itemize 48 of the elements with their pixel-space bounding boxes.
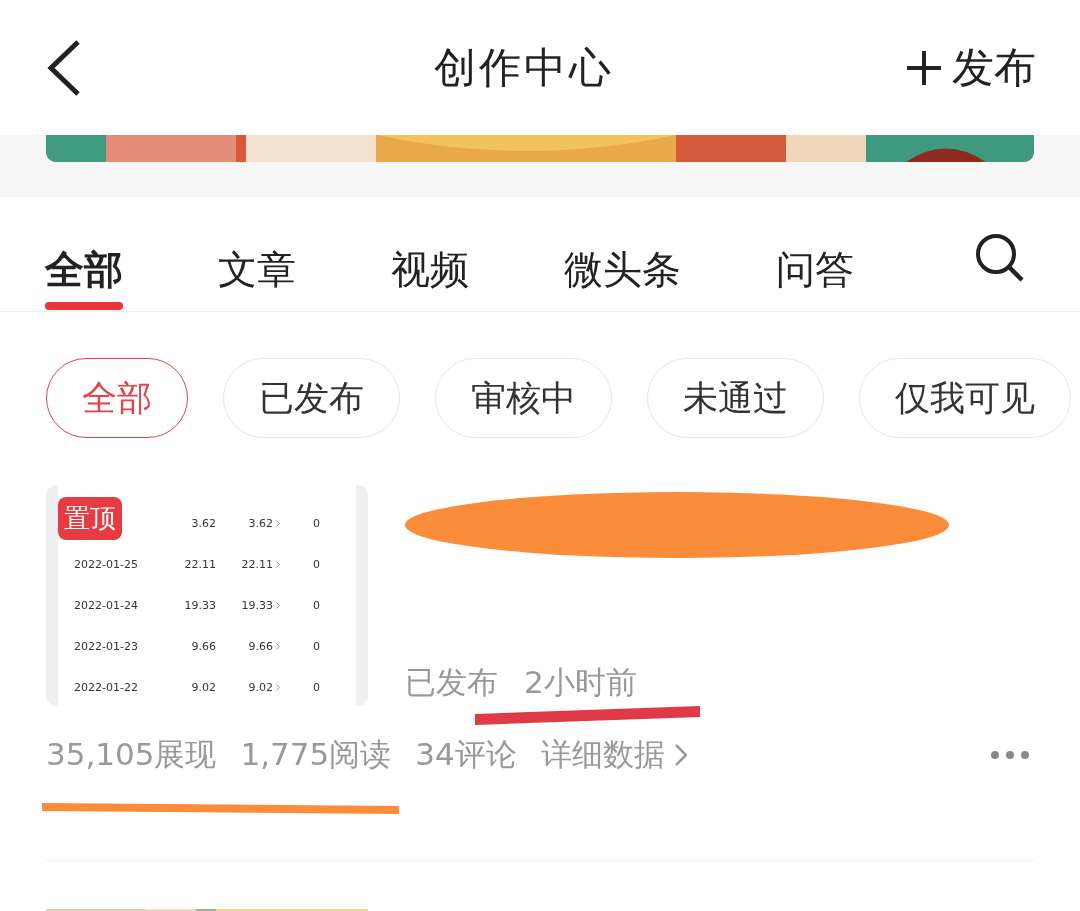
- value-text: 19.33: [241, 599, 273, 612]
- back-icon[interactable]: [46, 38, 82, 97]
- value-text: 0: [312, 681, 320, 694]
- status-text: 已发布: [405, 663, 498, 702]
- date-text: 2022-01-23: [74, 640, 139, 653]
- value-text: 22.11: [183, 558, 216, 571]
- filter-chip[interactable]: 审核中: [435, 358, 612, 438]
- chevron-icon: [674, 744, 687, 766]
- value-text: 0: [312, 640, 320, 653]
- stat-text: 34评论: [415, 735, 517, 774]
- chevron-icon: [276, 643, 280, 650]
- value-text: 0: [312, 517, 320, 530]
- value-text: 3.62: [190, 517, 216, 530]
- value-text: 22.11: [241, 558, 273, 571]
- date-text: 2022-01-25: [74, 558, 139, 571]
- filter-chip[interactable]: 仅我可见: [859, 358, 1071, 438]
- category-tab[interactable]: 视频: [391, 197, 469, 311]
- plus-icon: [906, 49, 942, 86]
- value-text: 9.02: [248, 681, 273, 694]
- time-text: 2小时前: [524, 663, 637, 702]
- date-text: 2022-01-24: [74, 599, 139, 612]
- filter-chip[interactable]: 未通过: [647, 358, 824, 438]
- value-text: 3.62: [248, 517, 273, 530]
- stat-text: 35,105展现: [46, 735, 217, 774]
- search-icon[interactable]: [975, 233, 1025, 283]
- value-text: 19.33: [183, 599, 216, 612]
- table-screenshot[interactable]: 3.62 3.62 0 2022-01-25 22.11 22.11 0 2022-01-24 19.33 19.33 0 2022-01-23 9.66 9.66 0 2022-01-22 9.02 9.02 0 置顶: [46, 485, 368, 706]
- stat-text: 1,775阅读: [240, 735, 392, 774]
- value-text: 9.66: [190, 640, 216, 653]
- value-text: 9.66: [248, 640, 273, 653]
- category-tab[interactable]: 全部: [45, 197, 123, 311]
- filter-chip[interactable]: 已发布: [223, 358, 400, 438]
- chevron-icon: [276, 602, 280, 609]
- value-text: 0: [312, 558, 320, 571]
- category-tab[interactable]: 文章: [218, 197, 296, 311]
- chevron-icon: [276, 520, 280, 527]
- category-tab[interactable]: 微头条: [564, 197, 681, 311]
- category-tab[interactable]: 问答: [776, 197, 854, 311]
- page-title: 创作中心: [433, 41, 615, 94]
- filter-chip[interactable]: 全部: [46, 358, 188, 438]
- date-text: 2022-01-22: [74, 681, 139, 694]
- value-text: 9.02: [190, 681, 216, 694]
- chevron-icon: [276, 561, 280, 568]
- more-icon[interactable]: [990, 750, 1030, 760]
- value-text: 0: [312, 599, 320, 612]
- pinned-badge: 置顶: [58, 497, 122, 540]
- chevron-icon: [276, 684, 280, 691]
- publish-button[interactable]: 发布: [906, 39, 1036, 96]
